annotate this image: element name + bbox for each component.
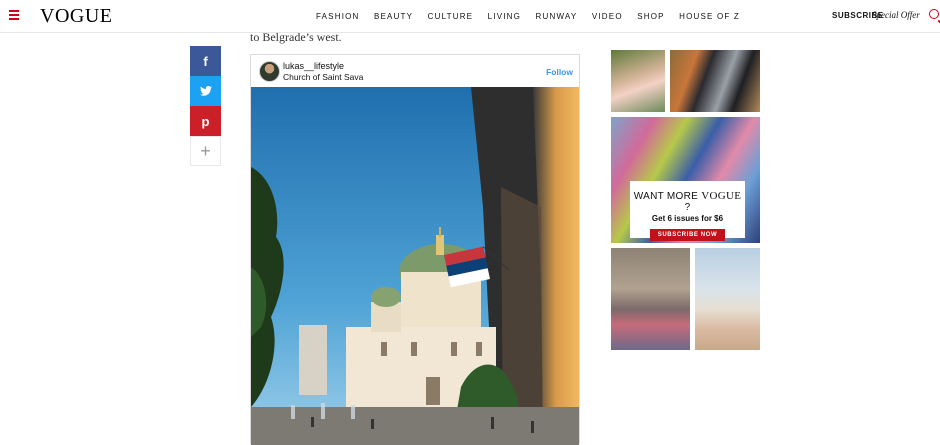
plus-icon: + (200, 140, 211, 161)
subscription-ad: WANT MORE VOGUE ? Get 6 issues for $6 SU… (630, 181, 745, 241)
ad-image-flowers[interactable] (611, 50, 665, 112)
avatar[interactable] (259, 61, 280, 82)
nav-culture[interactable]: CULTURE (428, 12, 474, 21)
subscribe-now-button[interactable]: SUBSCRIBE NOW (649, 229, 726, 241)
ad-issues-offer: Get 6 issues for $6 (651, 214, 724, 223)
twitter-icon (199, 86, 212, 96)
ad-image-beach[interactable] (695, 248, 760, 350)
more-share-button[interactable]: + (190, 136, 221, 166)
search-icon[interactable] (929, 9, 939, 19)
instagram-header: lukas__lifestyle Church of Saint Sava Fo… (251, 55, 579, 87)
nav-beauty[interactable]: BEAUTY (374, 12, 413, 21)
instagram-photo[interactable] (251, 87, 579, 445)
ad-want-more: WANT MORE (633, 191, 699, 202)
menu-icon[interactable] (9, 10, 19, 20)
nav-video[interactable]: VIDEO (592, 12, 623, 21)
nav-living[interactable]: LIVING (488, 12, 521, 21)
ad-question: ? (684, 202, 691, 213)
vogue-logo[interactable]: VOGUE (40, 5, 113, 28)
special-offer-link[interactable]: Special Offer (872, 10, 920, 20)
nav-fashion[interactable]: FASHION (316, 12, 360, 21)
instagram-location[interactable]: Church of Saint Sava (283, 72, 363, 82)
article-paragraph: to Belgrade’s west. (250, 30, 342, 44)
pinterest-share-button[interactable]: p (190, 106, 221, 136)
nav-house-of-z[interactable]: HOUSE OF Z (679, 12, 740, 21)
ad-image-models[interactable] (670, 50, 760, 112)
instagram-embed: lukas__lifestyle Church of Saint Sava Fo… (250, 54, 580, 445)
instagram-username[interactable]: lukas__lifestyle (283, 61, 344, 71)
nav-runway[interactable]: RUNWAY (536, 12, 578, 21)
share-bar: f t p + (190, 46, 221, 166)
ad-image-couple[interactable] (611, 248, 690, 350)
church-photo (251, 87, 579, 445)
site-header: VOGUE FASHION BEAUTY CULTURE LIVING RUNW… (0, 0, 940, 33)
follow-button[interactable]: Follow (546, 67, 573, 77)
main-nav: FASHION BEAUTY CULTURE LIVING RUNWAY VID… (316, 12, 751, 21)
facebook-icon: f (203, 53, 208, 69)
nav-shop[interactable]: SHOP (637, 12, 664, 21)
pinterest-icon: p (201, 113, 210, 129)
facebook-share-button[interactable]: f (190, 46, 221, 76)
twitter-share-button[interactable]: t (190, 76, 221, 106)
ad-brand: VOGUE (701, 190, 742, 202)
